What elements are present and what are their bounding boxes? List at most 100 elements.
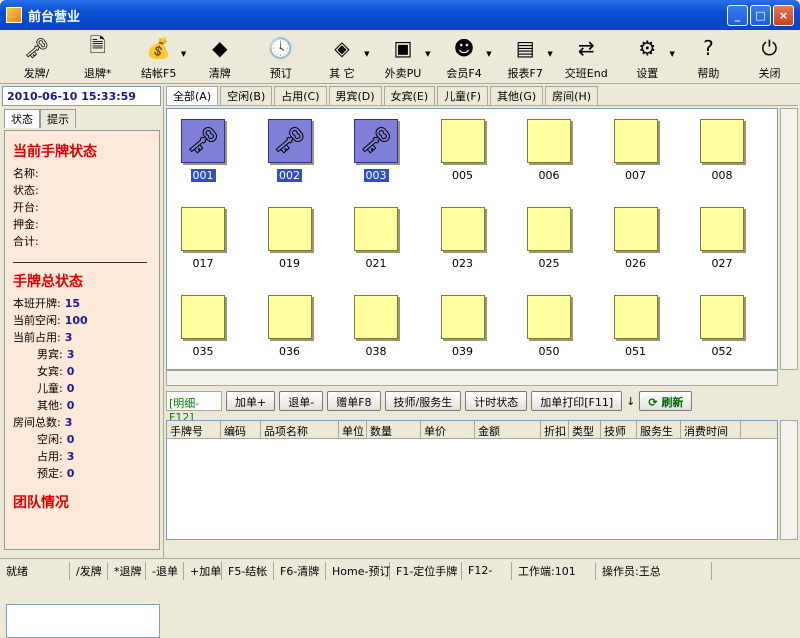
room-card[interactable]: 027: [698, 207, 746, 273]
room-card[interactable]: 021: [352, 207, 400, 273]
toolbar-button-3[interactable]: ◆ 清牌: [189, 30, 250, 83]
app-icon: [6, 7, 22, 23]
room-card[interactable]: 035: [179, 295, 227, 361]
filter-tab[interactable]: 空闲(B): [220, 85, 273, 106]
room-box: [267, 207, 312, 251]
column-header[interactable]: 数量: [367, 421, 421, 438]
action-button-2[interactable]: 赠单F8: [327, 391, 381, 411]
refresh-button[interactable]: ⟳ 刷新: [639, 391, 693, 411]
room-card[interactable]: 🗝 003: [352, 119, 400, 185]
column-header[interactable]: 技师: [601, 421, 637, 438]
current-field-label: 合计:: [13, 235, 39, 248]
filter-tab[interactable]: 全部(A): [166, 85, 219, 106]
column-header[interactable]: 类型: [569, 421, 601, 438]
room-card[interactable]: 017: [179, 207, 227, 273]
column-header[interactable]: 单位: [339, 421, 367, 438]
minimize-button[interactable]: _: [727, 5, 748, 26]
room-card[interactable]: 038: [352, 295, 400, 361]
room-card[interactable]: 023: [439, 207, 487, 273]
toolbar-button-4[interactable]: 🕓 预订: [250, 30, 311, 83]
current-card-title: 当前手牌状态: [13, 144, 97, 160]
total-row: 预定: 0: [13, 465, 151, 482]
close-button[interactable]: ×: [773, 5, 794, 26]
action-button-0[interactable]: 加单+: [226, 391, 276, 411]
room-card[interactable]: 050: [525, 295, 573, 361]
status-item: F1-定位手牌: [390, 561, 462, 580]
current-field-label: 押金:: [13, 218, 39, 231]
toolbar-button-7[interactable]: ☻ 会员F4 ▼: [434, 30, 495, 83]
filter-tab[interactable]: 房间(H): [545, 85, 599, 106]
total-row: 当前空闲: 100: [13, 312, 151, 329]
toolbar-button-6[interactable]: ▣ 外卖PU ▼: [372, 30, 433, 83]
room-card[interactable]: 006: [525, 119, 573, 185]
column-header[interactable]: 服务生: [637, 421, 681, 438]
column-header[interactable]: 消费时间: [681, 421, 741, 438]
dropdown-arrow-icon[interactable]: ▼: [486, 50, 491, 58]
room-card[interactable]: 🗝 002: [266, 119, 314, 185]
column-header[interactable]: 单价: [421, 421, 475, 438]
dropdown-arrow-icon[interactable]: ▼: [181, 50, 186, 58]
toolbar-button-1[interactable]: 🗎 退牌*: [67, 30, 128, 83]
filter-tab[interactable]: 女宾(E): [383, 85, 436, 106]
dropdown-arrow-icon[interactable]: ▼: [547, 50, 552, 58]
toolbar-label: 结帐F5: [141, 67, 177, 80]
room-card[interactable]: 019: [266, 207, 314, 273]
room-card[interactable]: 026: [612, 207, 660, 273]
total-label: 房间总数:: [13, 416, 61, 429]
room-number: 025: [538, 257, 560, 270]
filter-tab[interactable]: 占用(C): [274, 85, 327, 106]
column-header[interactable]: 金额: [475, 421, 541, 438]
room-card[interactable]: 025: [525, 207, 573, 273]
table-vscroll[interactable]: [780, 420, 798, 540]
column-header[interactable]: 折扣: [541, 421, 569, 438]
room-grid-hscroll[interactable]: [166, 370, 778, 386]
down-arrow-icon[interactable]: ↓: [626, 395, 635, 408]
filter-tab[interactable]: 其他(G): [490, 85, 544, 106]
left-panel: 2010-06-10 15:33:59 状态 提示 当前手牌状态 名称: 状态: 开…: [0, 86, 164, 638]
money-bag-icon: 💰: [146, 36, 172, 60]
room-grid-vscroll[interactable]: [780, 108, 798, 370]
total-value: 3: [64, 416, 73, 429]
dropdown-arrow-icon[interactable]: ▼: [425, 50, 430, 58]
toolbar-button-12[interactable]: ⏻ 关闭: [739, 30, 800, 83]
toolbar-button-11[interactable]: ? 帮助: [678, 30, 739, 83]
toolbar-button-2[interactable]: 💰 结帐F5 ▼: [128, 30, 189, 83]
dropdown-arrow-icon[interactable]: ▼: [669, 50, 674, 58]
action-button-1[interactable]: 退单-: [279, 391, 324, 411]
toolbar-button-9[interactable]: ⇄ 交班End: [556, 30, 617, 83]
detail-label[interactable]: [明细-F12]: [166, 391, 222, 424]
action-button-5[interactable]: 加单打印[F11]: [531, 391, 623, 411]
room-card[interactable]: 005: [439, 119, 487, 185]
room-box: [440, 207, 485, 251]
maximize-button[interactable]: □: [750, 5, 771, 26]
total-row: 儿童: 0: [13, 380, 151, 397]
dropdown-arrow-icon[interactable]: ▼: [364, 50, 369, 58]
column-header[interactable]: 手牌号: [167, 421, 221, 438]
room-card[interactable]: 039: [439, 295, 487, 361]
toolbar-button-0[interactable]: 🗝 发牌/: [6, 30, 67, 83]
action-button-3[interactable]: 技师/服务生: [384, 391, 462, 411]
filter-tab[interactable]: 儿童(F): [437, 85, 489, 106]
tab-status[interactable]: 状态: [4, 109, 40, 128]
toolbar-label: 交班End: [564, 67, 608, 80]
toolbar-button-5[interactable]: ◈ 其 它 ▼: [311, 30, 372, 83]
room-card[interactable]: 051: [612, 295, 660, 361]
action-button-4[interactable]: 计时状态: [465, 391, 528, 411]
tab-hint[interactable]: 提示: [40, 109, 76, 128]
column-header[interactable]: 品项名称: [261, 421, 339, 438]
room-card[interactable]: 008: [698, 119, 746, 185]
room-number: 039: [452, 345, 473, 358]
toolbar-label: 预订: [269, 67, 292, 80]
filter-tab[interactable]: 男宾(D): [328, 85, 382, 106]
room-box: [700, 207, 744, 251]
room-card[interactable]: 🗝 001: [179, 119, 227, 185]
total-label: 空闲:: [37, 433, 63, 446]
toolbar-button-10[interactable]: ⚙ 设置 ▼: [617, 30, 678, 83]
column-header[interactable]: 编码: [221, 421, 261, 438]
room-number: 050: [538, 345, 560, 358]
room-card[interactable]: 036: [266, 295, 314, 361]
room-card[interactable]: 007: [612, 119, 660, 185]
team-info-box[interactable]: [6, 604, 160, 638]
toolbar-button-8[interactable]: ▤ 报表F7 ▼: [495, 30, 556, 83]
room-card[interactable]: 052: [698, 295, 746, 361]
